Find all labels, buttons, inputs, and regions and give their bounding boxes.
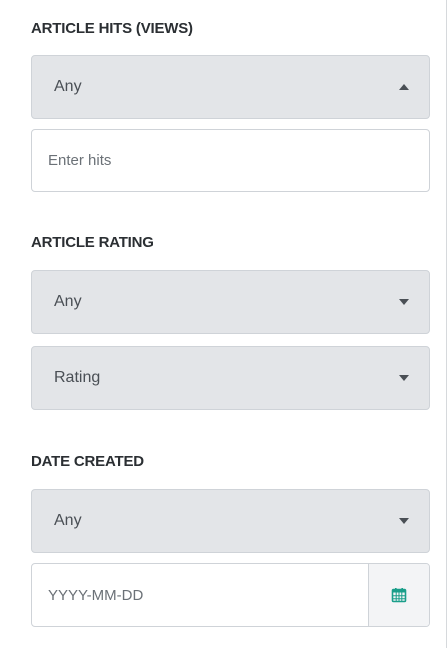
date-created-section-label: DATE CREATED [31, 453, 144, 470]
date-created-input-group [31, 563, 430, 627]
calendar-button[interactable] [368, 564, 429, 626]
hits-operator-value: Any [54, 78, 82, 95]
hits-input[interactable] [32, 130, 429, 191]
date-created-input[interactable] [32, 564, 368, 626]
caret-down-icon [399, 518, 409, 524]
hits-section-label: ARTICLE HITS (VIEWS) [31, 20, 193, 37]
date-created-operator-select[interactable]: Any [31, 489, 430, 553]
caret-up-icon [399, 84, 409, 90]
caret-down-icon [399, 299, 409, 305]
rating-section-label: ARTICLE RATING [31, 234, 154, 251]
date-created-operator-value: Any [54, 512, 82, 529]
rating-value-select[interactable]: Rating [31, 346, 430, 410]
rating-value: Rating [54, 369, 101, 386]
rating-operator-select[interactable]: Any [31, 270, 430, 334]
rating-operator-value: Any [54, 293, 82, 310]
hits-input-wrapper [31, 129, 430, 192]
hits-operator-select[interactable]: Any [31, 55, 430, 119]
caret-down-icon [399, 375, 409, 381]
calendar-icon [391, 588, 407, 603]
